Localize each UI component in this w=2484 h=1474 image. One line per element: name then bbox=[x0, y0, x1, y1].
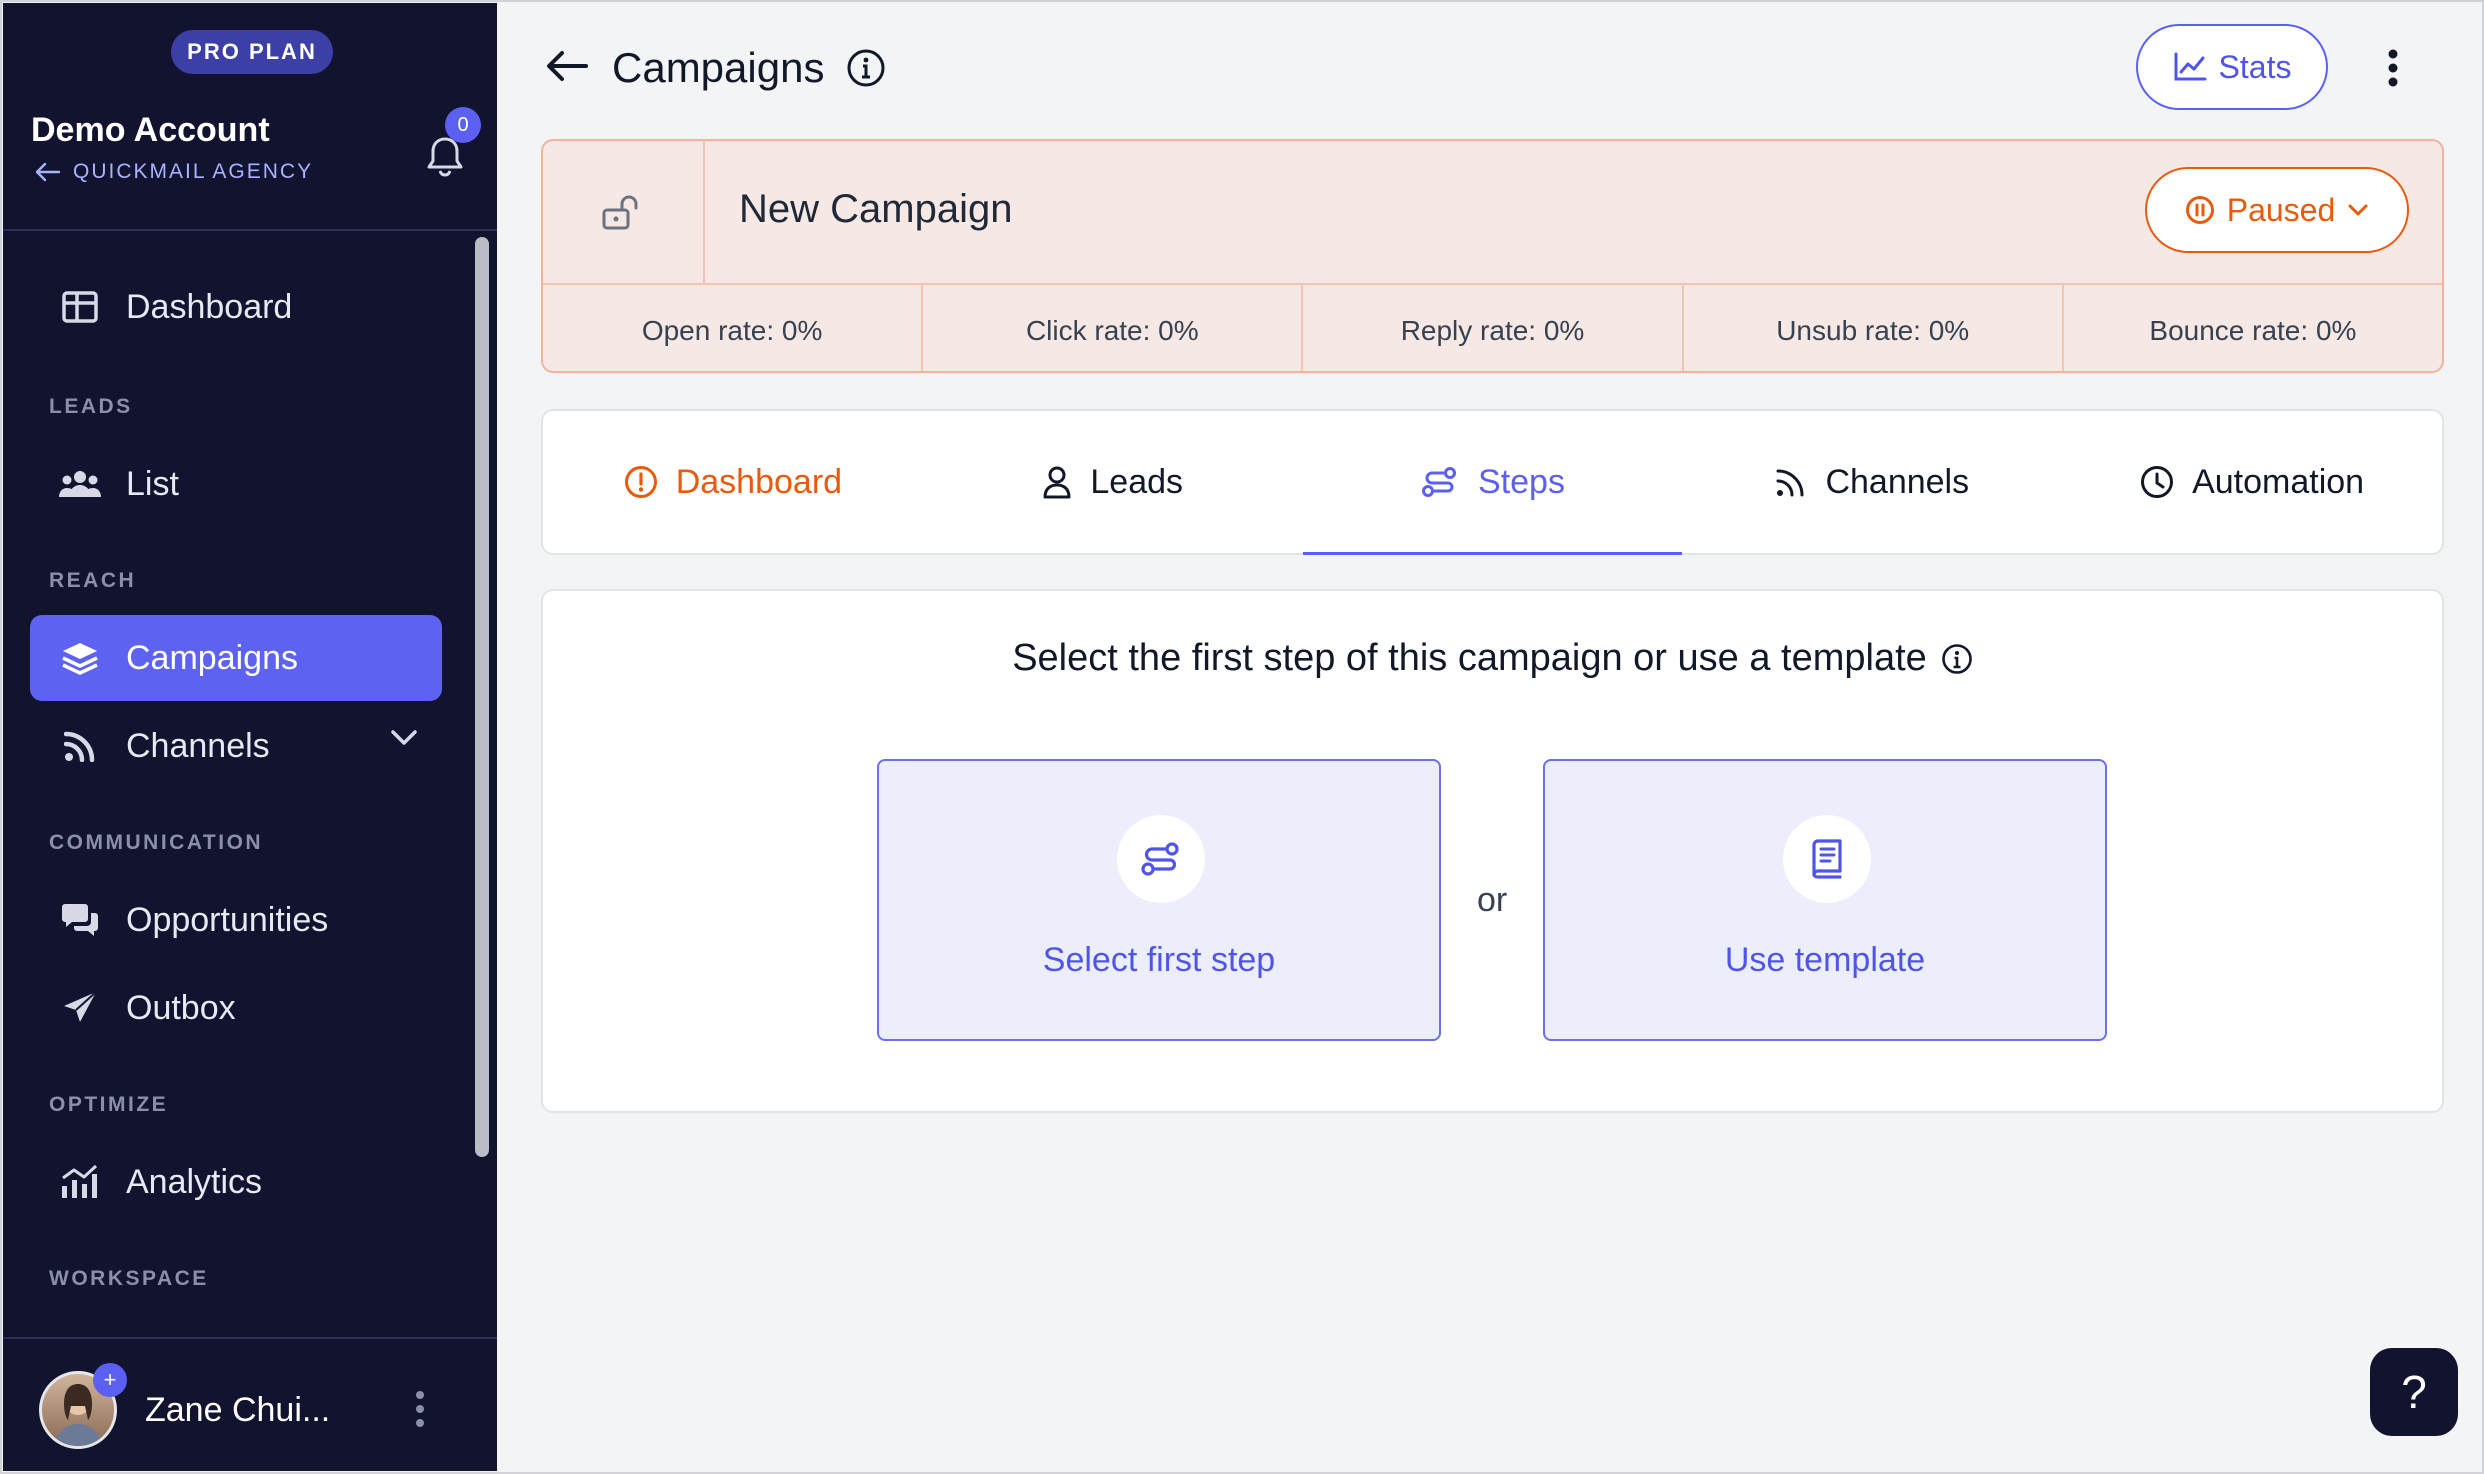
reply-rate: Reply rate: 0% bbox=[1303, 285, 1684, 371]
unlock-icon[interactable] bbox=[543, 141, 705, 283]
plan-badge: PRO PLAN bbox=[171, 30, 333, 74]
sidebar-item-label: Analytics bbox=[126, 1162, 263, 1201]
arrow-left-icon bbox=[35, 162, 61, 182]
agency-back-link[interactable]: QUICKMAIL AGENCY bbox=[35, 160, 313, 184]
sidebar-item-analytics[interactable]: Analytics bbox=[30, 1139, 442, 1225]
tab-label: Channels bbox=[1825, 462, 1970, 501]
sidebar-item-dashboard[interactable]: Dashboard bbox=[30, 264, 442, 350]
sidebar-item-label: List bbox=[126, 464, 179, 503]
steps-path-icon bbox=[1117, 815, 1205, 903]
trend-chart-icon bbox=[2174, 52, 2207, 81]
tab-automation[interactable]: Automation bbox=[2062, 411, 2442, 553]
chevron-down-icon bbox=[391, 730, 417, 745]
user-menu-icon[interactable] bbox=[413, 1389, 427, 1434]
section-label-reach: REACH bbox=[49, 569, 137, 592]
chat-bubbles-icon bbox=[58, 898, 102, 942]
option-label: Select first step bbox=[1042, 941, 1276, 979]
book-icon bbox=[1783, 815, 1871, 903]
tab-label: Leads bbox=[1090, 462, 1184, 501]
more-options-icon[interactable] bbox=[2386, 48, 2400, 93]
users-icon bbox=[58, 462, 102, 506]
or-separator: or bbox=[1477, 881, 1508, 919]
select-first-step-button[interactable]: Select first step bbox=[877, 759, 1441, 1041]
sidebar-item-label: Campaigns bbox=[126, 638, 298, 677]
user-name[interactable]: Zane Chui... bbox=[145, 1391, 330, 1430]
sidebar-item-channels[interactable]: Channels bbox=[30, 703, 442, 789]
add-account-icon[interactable]: + bbox=[93, 1363, 127, 1397]
first-step-card: Select the first step of this campaign o… bbox=[541, 589, 2444, 1113]
send-icon bbox=[58, 986, 102, 1030]
back-arrow-icon[interactable] bbox=[544, 48, 590, 89]
account-name[interactable]: Demo Account bbox=[31, 111, 270, 150]
layout-icon bbox=[58, 285, 102, 329]
stats-label: Stats bbox=[2218, 48, 2292, 85]
sidebar-item-list[interactable]: List bbox=[30, 441, 442, 527]
chevron-down-icon bbox=[2348, 204, 2368, 216]
tab-channels[interactable]: Channels bbox=[1682, 411, 2062, 553]
tab-label: Dashboard bbox=[675, 462, 843, 501]
section-label-communication: COMMUNICATION bbox=[49, 831, 264, 854]
bounce-rate: Bounce rate: 0% bbox=[2149, 315, 2357, 346]
sidebar-item-label: Outbox bbox=[126, 988, 236, 1027]
tab-label: Steps bbox=[1478, 462, 1565, 501]
campaign-name[interactable]: New Campaign bbox=[739, 187, 1012, 232]
chart-icon bbox=[58, 1160, 102, 1204]
stats-button[interactable]: Stats bbox=[2136, 24, 2328, 110]
section-label-workspace: WORKSPACE bbox=[49, 1267, 209, 1290]
rates-row: Open rate: 0% Click rate: 0% Reply rate:… bbox=[543, 283, 2442, 371]
status-label: Paused bbox=[2226, 191, 2336, 228]
sidebar-item-opportunities[interactable]: Opportunities bbox=[30, 877, 442, 963]
tab-label: Automation bbox=[2192, 462, 2365, 501]
click-rate: Click rate: 0% bbox=[923, 285, 1304, 371]
use-template-button[interactable]: Use template bbox=[1543, 759, 2107, 1041]
sidebar-scrollbar[interactable] bbox=[475, 237, 489, 1157]
notification-badge: 0 bbox=[445, 107, 481, 143]
sidebar-item-label: Opportunities bbox=[126, 900, 329, 939]
sidebar: PRO PLAN Demo Account QUICKMAIL AGENCY 0… bbox=[3, 3, 497, 1471]
open-rate: Open rate: 0% bbox=[543, 285, 924, 371]
tab-steps[interactable]: Steps bbox=[1302, 411, 1683, 555]
info-icon[interactable] bbox=[1941, 643, 1973, 675]
status-dropdown[interactable]: Paused bbox=[2145, 167, 2409, 253]
heading-text: Select the first step of this campaign o… bbox=[1012, 637, 1927, 679]
option-label: Use template bbox=[1724, 941, 1926, 979]
info-circle-icon bbox=[624, 466, 657, 498]
sidebar-divider bbox=[3, 229, 497, 231]
tab-dashboard[interactable]: Dashboard bbox=[543, 411, 923, 553]
user-icon bbox=[1043, 466, 1071, 499]
layers-icon bbox=[58, 636, 102, 680]
sidebar-item-label: Dashboard bbox=[126, 287, 293, 326]
campaign-tabs: Dashboard Leads Steps Channels Automatio… bbox=[541, 409, 2444, 555]
agency-name: QUICKMAIL AGENCY bbox=[73, 160, 314, 183]
pause-circle-icon bbox=[2185, 196, 2214, 224]
clock-icon bbox=[2141, 466, 2174, 498]
section-label-optimize: OPTIMIZE bbox=[49, 1093, 169, 1116]
unsub-rate: Unsub rate: 0% bbox=[1684, 285, 2064, 371]
sidebar-item-label: Channels bbox=[126, 726, 270, 765]
user-footer: + Zane Chui... bbox=[3, 1337, 497, 1473]
sidebar-item-outbox[interactable]: Outbox bbox=[30, 965, 442, 1051]
rss-icon bbox=[1776, 469, 1804, 497]
rss-icon bbox=[58, 724, 102, 768]
first-step-heading: Select the first step of this campaign o… bbox=[543, 637, 2442, 680]
section-label-leads: LEADS bbox=[49, 395, 133, 418]
sidebar-item-campaigns[interactable]: Campaigns bbox=[30, 615, 442, 701]
info-icon[interactable] bbox=[846, 48, 886, 93]
campaign-summary-card: New Campaign Paused Open rate: 0% Click … bbox=[541, 139, 2444, 373]
steps-path-icon bbox=[1422, 467, 1457, 497]
page-title: Campaigns bbox=[612, 44, 825, 91]
help-button[interactable]: ? bbox=[2370, 1348, 2458, 1436]
tab-leads[interactable]: Leads bbox=[923, 411, 1303, 553]
